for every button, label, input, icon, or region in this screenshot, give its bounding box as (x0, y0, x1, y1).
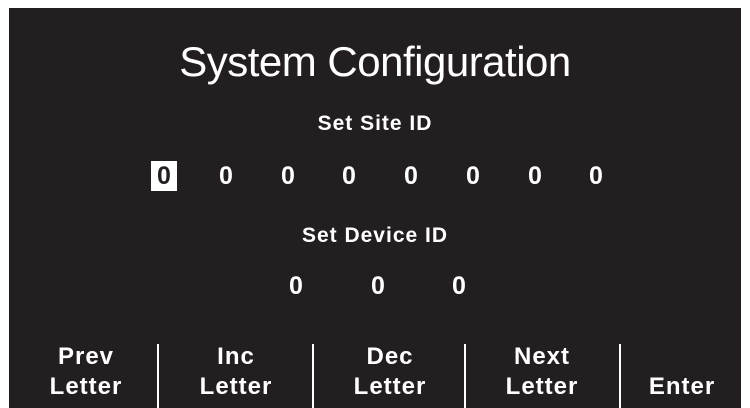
page-title: System Configuration (179, 38, 571, 85)
softkey-divider (312, 344, 314, 408)
prev-letter-button[interactable]: Prev Letter (19, 342, 153, 408)
enter-button[interactable]: Enter (623, 342, 741, 408)
enter-line1 (623, 342, 741, 372)
prev-letter-line1: Prev (57, 343, 115, 370)
device-id-digit-2[interactable]: 0 (365, 271, 391, 301)
softkey-divider (619, 344, 621, 408)
site-id-digit-6[interactable]: 0 (460, 161, 486, 191)
dec-letter-button[interactable]: Dec Letter (315, 342, 465, 408)
softkey-divider (157, 344, 159, 408)
site-id-digit-1[interactable]: 0 (151, 161, 177, 191)
next-letter-line2: Letter (505, 373, 579, 400)
dec-letter-line2: Letter (353, 373, 427, 400)
softkey-divider (464, 344, 466, 408)
site-id-digit-2[interactable]: 0 (213, 161, 239, 191)
site-id-digit-3[interactable]: 0 (275, 161, 301, 191)
site-id-label: Set Site ID (317, 112, 433, 135)
inc-letter-line2: Letter (199, 373, 273, 400)
config-screen: System Configuration Set Site ID 0 0 0 0… (9, 8, 741, 408)
enter-line2: Enter (648, 373, 716, 400)
site-id-digit-5[interactable]: 0 (398, 161, 424, 191)
device-id-digit-1[interactable]: 0 (283, 271, 309, 301)
next-letter-line1: Next (513, 343, 571, 370)
site-id-digit-8[interactable]: 0 (583, 161, 609, 191)
device-id-label: Set Device ID (301, 224, 449, 247)
next-letter-button[interactable]: Next Letter (467, 342, 617, 408)
inc-letter-button[interactable]: Inc Letter (161, 342, 311, 408)
prev-letter-line2: Letter (49, 373, 123, 400)
inc-letter-line1: Inc (217, 343, 255, 370)
site-id-digit-7[interactable]: 0 (522, 161, 548, 191)
site-id-digit-4[interactable]: 0 (336, 161, 362, 191)
device-id-digit-3[interactable]: 0 (446, 271, 472, 301)
dec-letter-line1: Dec (366, 343, 414, 370)
